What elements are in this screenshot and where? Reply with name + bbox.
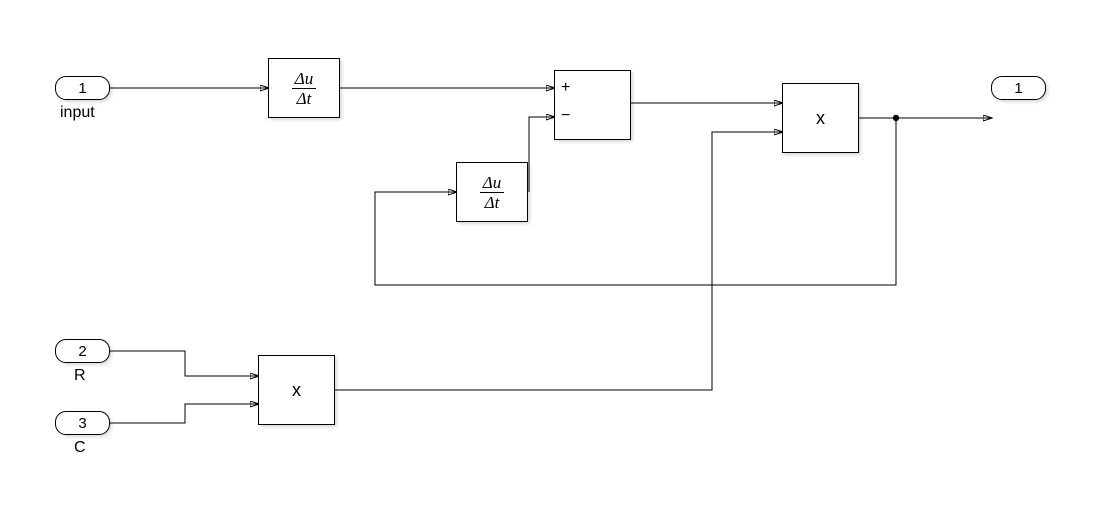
outport-1-number: 1: [1014, 80, 1022, 97]
wire-deriv2-sum: [529, 117, 554, 192]
wire-mult1-mult2: [335, 132, 782, 390]
inport-3-label: C: [74, 439, 86, 457]
block-diagram-canvas: 1 input 2 R 3 C 1 Δu Δt Δu Δt + − x: [0, 0, 1116, 515]
multiply-symbol-2: x: [816, 108, 825, 129]
inport-1-number: 1: [78, 80, 86, 97]
sum-sign-minus: −: [561, 107, 570, 125]
inport-2-number: 2: [78, 343, 86, 360]
multiply-block-1[interactable]: x: [258, 355, 335, 425]
inport-2-label: R: [74, 367, 86, 385]
inport-3[interactable]: 3: [55, 411, 110, 435]
derivative-label-1: Δu Δt: [292, 69, 316, 108]
inport-1[interactable]: 1: [55, 76, 110, 100]
inport-2[interactable]: 2: [55, 339, 110, 363]
derivative-block-1[interactable]: Δu Δt: [268, 58, 340, 118]
wire-in3-mult1: [110, 404, 258, 423]
derivative-label-2: Δu Δt: [480, 173, 504, 212]
branch-node-output: [893, 115, 899, 121]
multiply-block-2[interactable]: x: [782, 83, 859, 153]
multiply-symbol-1: x: [292, 380, 301, 401]
wire-in2-mult1: [110, 351, 258, 376]
derivative-block-2[interactable]: Δu Δt: [456, 162, 528, 222]
sum-inner: + −: [555, 71, 630, 139]
inport-3-number: 3: [78, 415, 86, 432]
sum-sign-plus: +: [561, 79, 570, 97]
outport-1[interactable]: 1: [991, 76, 1046, 100]
sum-block[interactable]: + −: [554, 70, 631, 140]
inport-1-label: input: [60, 104, 95, 122]
